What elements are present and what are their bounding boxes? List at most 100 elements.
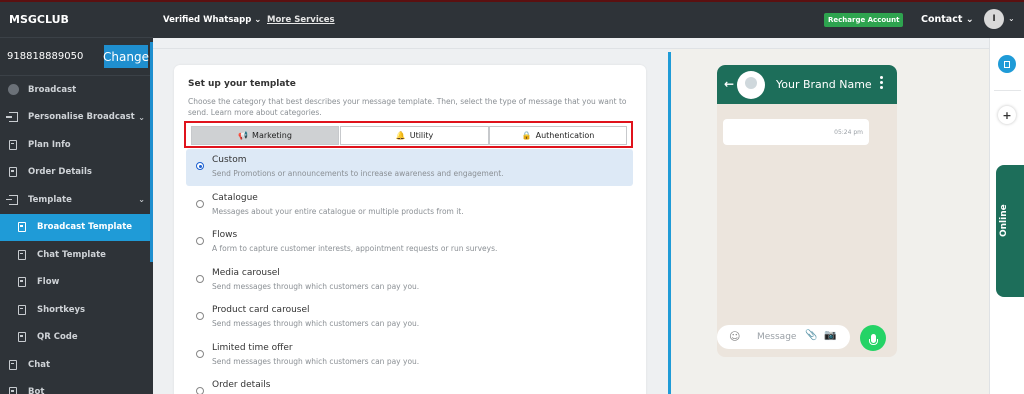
- tab-marketing[interactable]: 📢 Marketing: [191, 126, 339, 145]
- template-option-order-details[interactable]: Order details: [186, 374, 633, 394]
- more-services-link[interactable]: More Services: [267, 15, 335, 25]
- sidebar-item-label: Broadcast Template: [37, 222, 133, 233]
- login-icon: [5, 111, 19, 123]
- radio-button[interactable]: [196, 274, 204, 283]
- sidebar-item-label: Chat Template: [37, 249, 106, 260]
- avatar: [737, 71, 765, 99]
- sidebar-item-label: Chat: [28, 359, 51, 370]
- sidebar-item-bot[interactable]: Bot: [0, 379, 153, 394]
- message-time: 05:24 pm: [834, 129, 863, 136]
- sidebar-item-label: Personalise Broadcast: [28, 112, 135, 123]
- sidebar-item-label: Plan Info: [28, 139, 71, 150]
- option-description: A form to capture customer interests, ap…: [212, 244, 498, 253]
- chevron-down-icon: ⌄: [138, 112, 145, 122]
- sidebar-item-label: QR Code: [37, 332, 78, 343]
- login-icon: [5, 194, 19, 206]
- tab-utility[interactable]: 🔔 Utility: [340, 126, 489, 145]
- plus-icon[interactable]: +: [998, 106, 1016, 124]
- avatar[interactable]: I: [984, 9, 1004, 29]
- card-title: Set up your template: [188, 79, 296, 89]
- chevron-down-icon[interactable]: ⌄: [1008, 14, 1015, 23]
- message-placeholder: Message: [757, 332, 797, 342]
- divider: [994, 90, 1021, 91]
- sidebar-item-broadcast[interactable]: Broadcast: [0, 76, 153, 104]
- main-content: Set up your template Choose the category…: [153, 38, 989, 394]
- category-tabs: 📢 Marketing 🔔 Utility 🔒 Authentication: [184, 121, 633, 148]
- document-icon: [16, 221, 28, 233]
- radio-button[interactable]: [196, 162, 204, 170]
- top-bar: Verified Whatsapp ⌄ More Services Rechar…: [153, 2, 1024, 46]
- bell-icon: 🔔: [395, 131, 406, 140]
- option-description: Send Promotions or announcements to incr…: [212, 169, 504, 178]
- sidebar-item-chat[interactable]: Chat: [0, 351, 153, 379]
- sidebar-item-order-details[interactable]: Order Details: [0, 159, 153, 187]
- recharge-account-button[interactable]: Recharge Account: [824, 13, 904, 46]
- sidebar-item-template[interactable]: Template ⌄: [0, 186, 153, 214]
- radio-button[interactable]: [196, 237, 204, 245]
- sidebar-item-personalise-broadcast[interactable]: Personalise Broadcast ⌄: [0, 104, 153, 132]
- template-option-catalogue[interactable]: Catalogue Messages about your entire cata…: [186, 187, 633, 224]
- back-arrow-icon: ←: [724, 77, 735, 91]
- option-title: Media carousel: [212, 267, 280, 278]
- tab-authentication[interactable]: 🔒 Authentication: [489, 126, 627, 145]
- sidebar-item-chat-template[interactable]: Chat Template: [0, 241, 153, 269]
- compose-bar: ☺ Message 📎 📷: [717, 325, 850, 349]
- brand-name: Your Brand Name: [776, 78, 872, 91]
- more-vertical-icon: [880, 76, 883, 90]
- option-description: Send messages through which customers ca…: [212, 319, 420, 328]
- phone-selector: 918818889050 Change: [0, 38, 153, 76]
- sidebar-item-label: Shortkeys: [37, 304, 86, 315]
- contact-label: Contact: [921, 14, 963, 25]
- sidebar-item-broadcast-template[interactable]: Broadcast Template: [0, 213, 153, 241]
- broadcast-icon: [7, 84, 19, 96]
- lock-icon: 🔒: [521, 131, 532, 140]
- chevron-down-icon: ⌄: [254, 15, 262, 25]
- document-icon: [16, 304, 28, 316]
- online-label: Online: [999, 204, 1009, 237]
- sidebar-item-label: Template: [28, 194, 72, 205]
- option-title: Limited time offer: [212, 342, 293, 353]
- option-description: Send messages through which customers ca…: [212, 281, 420, 291]
- online-status-tab[interactable]: Online: [996, 165, 1024, 297]
- sidebar-item-shortkeys[interactable]: Shortkeys: [0, 296, 153, 324]
- template-option-flows[interactable]: Flows A form to capture customer interest…: [186, 224, 633, 261]
- right-rail: + Online: [989, 38, 1024, 394]
- template-option-custom[interactable]: Custom Send Promotions or announcements t…: [186, 149, 633, 186]
- sidebar-item-plan-info[interactable]: Plan Info: [0, 131, 153, 159]
- option-description: Send messages through which customers ca…: [212, 356, 420, 366]
- template-option-limited-time-offer[interactable]: Limited time offer Send messages through …: [186, 337, 633, 374]
- contact-dropdown[interactable]: Contact ⌄: [921, 14, 974, 25]
- document-icon: [7, 166, 19, 178]
- radio-button[interactable]: [196, 349, 204, 358]
- channel-dropdown[interactable]: Verified Whatsapp ⌄: [163, 15, 261, 25]
- document-icon[interactable]: [998, 55, 1016, 73]
- sidebar-nav: Broadcast Personalise Broadcast ⌄ Plan Info…: [0, 76, 153, 394]
- sidebar-item-label: Bot: [28, 387, 45, 394]
- document-icon: [16, 249, 28, 261]
- option-title: Custom: [212, 155, 247, 165]
- radio-button[interactable]: [196, 387, 204, 394]
- emoji-icon: ☺: [729, 330, 741, 343]
- radio-button[interactable]: [196, 199, 204, 208]
- microphone-icon: [860, 325, 886, 351]
- sidebar-item-qr-code[interactable]: QR Code: [0, 324, 153, 352]
- chat-header: ← Your Brand Name: [717, 65, 897, 104]
- message-bubble: 05:24 pm: [723, 119, 869, 145]
- radio-button[interactable]: [196, 312, 204, 320]
- document-icon: [7, 386, 19, 394]
- sidebar-item-label: Order Details: [28, 167, 92, 178]
- template-option-product-card-carousel[interactable]: Product card carousel Send messages throu…: [186, 299, 633, 336]
- sidebar-item-flow[interactable]: Flow: [0, 269, 153, 297]
- tab-label: Utility: [409, 131, 434, 140]
- change-number-button[interactable]: Change: [103, 45, 149, 68]
- option-description: Messages about your entire catalogue or …: [212, 206, 464, 216]
- phone-number: 918818889050: [7, 51, 84, 62]
- option-title: Catalogue: [212, 192, 258, 203]
- paperclip-icon: 📎: [805, 330, 818, 341]
- recharge-label: Recharge Account: [828, 16, 900, 24]
- megaphone-icon: 📢: [238, 131, 249, 140]
- template-option-media-carousel[interactable]: Media carousel Send messages through whic…: [186, 262, 633, 299]
- chevron-down-icon: ⌄: [138, 195, 145, 204]
- tab-label: Authentication: [535, 131, 595, 140]
- whatsapp-phone-preview: ← Your Brand Name 05:24 pm ☺ Message 📎 📷: [717, 65, 897, 357]
